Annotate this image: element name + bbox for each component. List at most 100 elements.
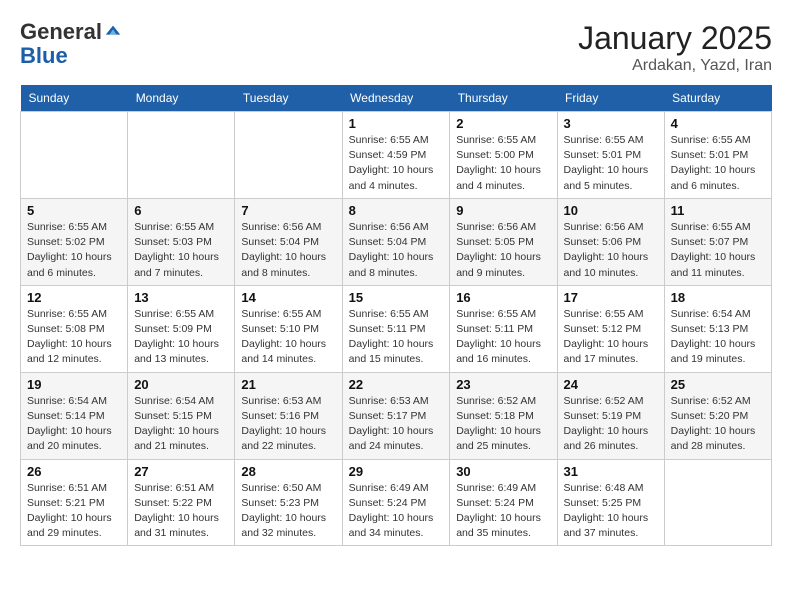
- day-number: 11: [671, 203, 765, 218]
- day-info: Sunrise: 6:52 AM Sunset: 5:19 PM Dayligh…: [564, 394, 658, 455]
- calendar-cell: 15Sunrise: 6:55 AM Sunset: 5:11 PM Dayli…: [342, 285, 450, 372]
- calendar-cell: 25 Sunrise: 6:52 AM Sunset: 5:20 PM Dayli…: [664, 372, 771, 459]
- day-number: 18: [671, 290, 765, 305]
- col-header-sunday: Sunday: [21, 85, 128, 112]
- day-number: 25: [671, 377, 765, 392]
- day-number: 21: [241, 377, 335, 392]
- calendar-cell: 20 Sunrise: 6:54 AM Sunset: 5:15 PM Dayli…: [128, 372, 235, 459]
- calendar-cell: 17 Sunrise: 6:55 AM Sunset: 5:12 PM Dayli…: [557, 285, 664, 372]
- day-info: Sunrise: 6:53 AM Sunset: 5:16 PM Dayligh…: [241, 394, 335, 455]
- calendar-cell: 19 Sunrise: 6:54 AM Sunset: 5:14 PM Dayli…: [21, 372, 128, 459]
- day-info: Sunrise: 6:55 AM Sunset: 5:11 PM Dayligh…: [456, 307, 550, 368]
- day-info: Sunrise: 6:52 AM Sunset: 5:20 PM Dayligh…: [671, 394, 765, 455]
- calendar-table: SundayMondayTuesdayWednesdayThursdayFrid…: [20, 85, 772, 546]
- logo-blue: Blue: [20, 44, 122, 68]
- day-info: Sunrise: 6:55 AM Sunset: 5:00 PM Dayligh…: [456, 133, 550, 194]
- day-info: Sunrise: 6:55 AM Sunset: 5:08 PM Dayligh…: [27, 307, 121, 368]
- calendar-cell: 11 Sunrise: 6:55 AM Sunset: 5:07 PM Dayli…: [664, 198, 771, 285]
- calendar-cell: 21 Sunrise: 6:53 AM Sunset: 5:16 PM Dayli…: [235, 372, 342, 459]
- day-info: Sunrise: 6:54 AM Sunset: 5:13 PM Dayligh…: [671, 307, 765, 368]
- calendar-cell: 1 Sunrise: 6:55 AM Sunset: 4:59 PM Daylig…: [342, 112, 450, 199]
- calendar-header-row: SundayMondayTuesdayWednesdayThursdayFrid…: [21, 85, 772, 112]
- calendar-cell: 8 Sunrise: 6:56 AM Sunset: 5:04 PM Daylig…: [342, 198, 450, 285]
- day-number: 12: [27, 290, 121, 305]
- week-row-0: 1 Sunrise: 6:55 AM Sunset: 4:59 PM Daylig…: [21, 112, 772, 199]
- col-header-friday: Friday: [557, 85, 664, 112]
- week-row-2: 12 Sunrise: 6:55 AM Sunset: 5:08 PM Dayli…: [21, 285, 772, 372]
- title-block: January 2025 Ardakan, Yazd, Iran: [578, 20, 772, 75]
- calendar-cell: 16 Sunrise: 6:55 AM Sunset: 5:11 PM Dayli…: [450, 285, 557, 372]
- col-header-thursday: Thursday: [450, 85, 557, 112]
- day-info: Sunrise: 6:55 AM Sunset: 5:03 PM Dayligh…: [134, 220, 228, 281]
- col-header-wednesday: Wednesday: [342, 85, 450, 112]
- day-number: 27: [134, 464, 228, 479]
- calendar-cell: 30 Sunrise: 6:49 AM Sunset: 5:24 PM Dayli…: [450, 459, 557, 546]
- calendar-cell: 18 Sunrise: 6:54 AM Sunset: 5:13 PM Dayli…: [664, 285, 771, 372]
- calendar-cell: 2Sunrise: 6:55 AM Sunset: 5:00 PM Daylig…: [450, 112, 557, 199]
- day-info: Sunrise: 6:55 AM Sunset: 5:02 PM Dayligh…: [27, 220, 121, 281]
- day-info: Sunrise: 6:54 AM Sunset: 5:14 PM Dayligh…: [27, 394, 121, 455]
- day-number: 19: [27, 377, 121, 392]
- day-info: Sunrise: 6:56 AM Sunset: 5:04 PM Dayligh…: [349, 220, 444, 281]
- day-number: 13: [134, 290, 228, 305]
- calendar-cell: 6 Sunrise: 6:55 AM Sunset: 5:03 PM Daylig…: [128, 198, 235, 285]
- day-info: Sunrise: 6:49 AM Sunset: 5:24 PM Dayligh…: [349, 481, 444, 542]
- month-title: January 2025: [578, 20, 772, 57]
- week-row-1: 5 Sunrise: 6:55 AM Sunset: 5:02 PM Daylig…: [21, 198, 772, 285]
- day-info: Sunrise: 6:56 AM Sunset: 5:06 PM Dayligh…: [564, 220, 658, 281]
- day-number: 16: [456, 290, 550, 305]
- calendar-cell: 3 Sunrise: 6:55 AM Sunset: 5:01 PM Daylig…: [557, 112, 664, 199]
- calendar-cell: 23Sunrise: 6:52 AM Sunset: 5:18 PM Dayli…: [450, 372, 557, 459]
- day-info: Sunrise: 6:53 AM Sunset: 5:17 PM Dayligh…: [349, 394, 444, 455]
- calendar-cell: 10 Sunrise: 6:56 AM Sunset: 5:06 PM Dayli…: [557, 198, 664, 285]
- day-info: Sunrise: 6:48 AM Sunset: 5:25 PM Dayligh…: [564, 481, 658, 542]
- calendar-cell: [235, 112, 342, 199]
- day-info: Sunrise: 6:55 AM Sunset: 5:09 PM Dayligh…: [134, 307, 228, 368]
- day-info: Sunrise: 6:55 AM Sunset: 5:12 PM Dayligh…: [564, 307, 658, 368]
- day-number: 17: [564, 290, 658, 305]
- day-number: 5: [27, 203, 121, 218]
- col-header-tuesday: Tuesday: [235, 85, 342, 112]
- calendar-cell: 24Sunrise: 6:52 AM Sunset: 5:19 PM Dayli…: [557, 372, 664, 459]
- calendar-cell: [21, 112, 128, 199]
- day-info: Sunrise: 6:55 AM Sunset: 4:59 PM Dayligh…: [349, 133, 444, 194]
- logo: General Blue: [20, 20, 122, 68]
- day-number: 4: [671, 116, 765, 131]
- day-number: 9: [456, 203, 550, 218]
- calendar-cell: [664, 459, 771, 546]
- location-subtitle: Ardakan, Yazd, Iran: [578, 57, 772, 75]
- day-number: 22: [349, 377, 444, 392]
- day-info: Sunrise: 6:51 AM Sunset: 5:22 PM Dayligh…: [134, 481, 228, 542]
- calendar-cell: 28Sunrise: 6:50 AM Sunset: 5:23 PM Dayli…: [235, 459, 342, 546]
- week-row-3: 19 Sunrise: 6:54 AM Sunset: 5:14 PM Dayli…: [21, 372, 772, 459]
- day-info: Sunrise: 6:51 AM Sunset: 5:21 PM Dayligh…: [27, 481, 121, 542]
- calendar-cell: 27 Sunrise: 6:51 AM Sunset: 5:22 PM Dayli…: [128, 459, 235, 546]
- day-number: 30: [456, 464, 550, 479]
- logo-icon: [104, 22, 122, 40]
- day-number: 7: [241, 203, 335, 218]
- calendar-cell: 5 Sunrise: 6:55 AM Sunset: 5:02 PM Daylig…: [21, 198, 128, 285]
- day-number: 8: [349, 203, 444, 218]
- logo-general: General: [20, 20, 102, 44]
- day-info: Sunrise: 6:50 AM Sunset: 5:23 PM Dayligh…: [241, 481, 335, 542]
- col-header-monday: Monday: [128, 85, 235, 112]
- day-info: Sunrise: 6:54 AM Sunset: 5:15 PM Dayligh…: [134, 394, 228, 455]
- calendar-cell: 4Sunrise: 6:55 AM Sunset: 5:01 PM Daylig…: [664, 112, 771, 199]
- day-number: 29: [349, 464, 444, 479]
- col-header-saturday: Saturday: [664, 85, 771, 112]
- day-number: 3: [564, 116, 658, 131]
- day-number: 10: [564, 203, 658, 218]
- day-number: 1: [349, 116, 444, 131]
- day-number: 15: [349, 290, 444, 305]
- calendar-cell: 22 Sunrise: 6:53 AM Sunset: 5:17 PM Dayli…: [342, 372, 450, 459]
- day-info: Sunrise: 6:55 AM Sunset: 5:07 PM Dayligh…: [671, 220, 765, 281]
- calendar-cell: 29 Sunrise: 6:49 AM Sunset: 5:24 PM Dayli…: [342, 459, 450, 546]
- day-number: 14: [241, 290, 335, 305]
- day-info: Sunrise: 6:55 AM Sunset: 5:01 PM Dayligh…: [564, 133, 658, 194]
- day-number: 26: [27, 464, 121, 479]
- week-row-4: 26 Sunrise: 6:51 AM Sunset: 5:21 PM Dayli…: [21, 459, 772, 546]
- day-number: 6: [134, 203, 228, 218]
- day-info: Sunrise: 6:49 AM Sunset: 5:24 PM Dayligh…: [456, 481, 550, 542]
- day-info: Sunrise: 6:56 AM Sunset: 5:04 PM Dayligh…: [241, 220, 335, 281]
- day-number: 20: [134, 377, 228, 392]
